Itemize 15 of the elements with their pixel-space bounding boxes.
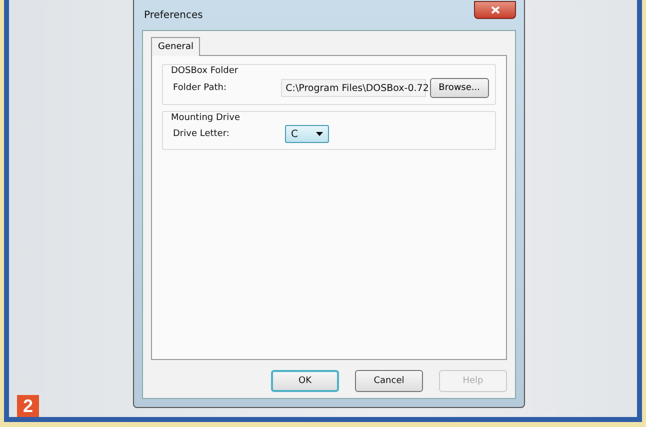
drive-dropdown[interactable]: C [285,125,329,143]
browse-button[interactable]: Browse... [430,78,489,98]
window-title: Preferences [143,10,203,20]
field-label: Folder Path: [172,83,228,93]
group-title: Mounting Drive [171,113,241,123]
figure-number-badge: 2 [17,395,40,417]
close-button[interactable] [474,1,516,19]
tab[interactable]: General [151,37,200,56]
close-icon [490,6,500,14]
group-title: DOSBox Folder [171,66,240,76]
dialog-button[interactable]: OK [271,370,339,392]
dialog-button[interactable]: Cancel [355,370,423,392]
path-field[interactable]: C:\Program Files\DOSBox-0.72 [280,79,426,97]
dropdown-arrow-icon [316,132,323,136]
field-label: Drive Letter: [172,129,230,139]
